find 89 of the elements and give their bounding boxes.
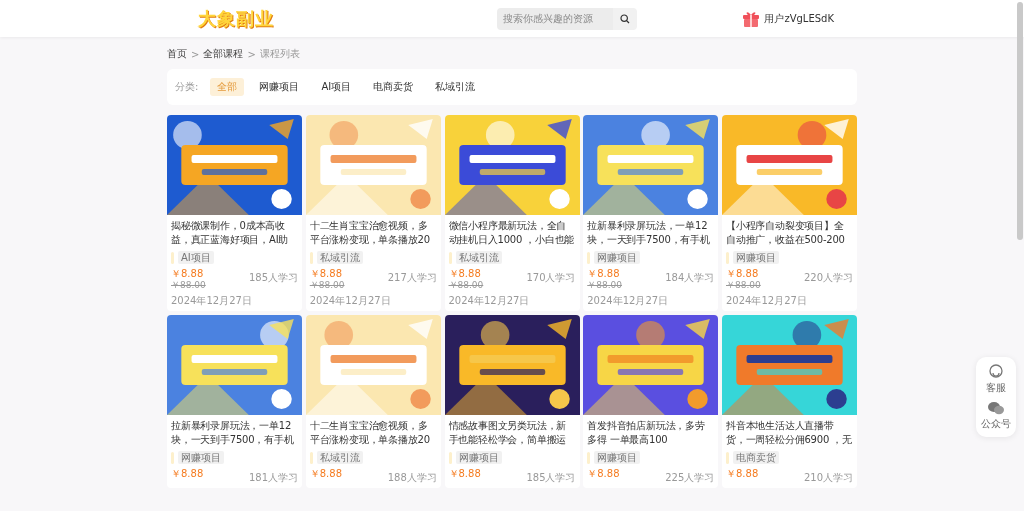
original-price: ￥88.00: [587, 280, 622, 291]
course-title: 十二生肖宝宝治愈视频，多: [309, 219, 429, 233]
search-button[interactable]: [613, 7, 638, 30]
breadcrumb-link[interactable]: 首页: [167, 47, 187, 61]
course-tag: 私域引流: [316, 251, 363, 264]
original-price: ￥88.00: [309, 280, 345, 291]
course-card[interactable]: 【小程序自动裂变项目】全 自动推广，收益在500-200 网赚项目 ￥8.88 ￥88.00 220人学习 2024年12月27日: [722, 115, 857, 311]
course-title: 手也能轻松学会，简单搬运: [448, 433, 568, 447]
course-date: 2024年12月27日: [171, 294, 253, 307]
course-title: 块，一天到手7500，有手机: [171, 433, 295, 447]
course-date: 2024年12月27日: [726, 294, 808, 307]
course-title: 拉新暴利录屏玩法，一单12: [587, 219, 709, 233]
course-tag: 电商卖货: [733, 451, 779, 464]
breadcrumb-separator: >: [191, 48, 200, 60]
username[interactable]: 用户zVgLESdK: [764, 11, 834, 26]
learner-count: 217人学习: [387, 272, 437, 284]
course-card[interactable]: 十二生肖宝宝治愈视频，多 平台涨粉变现，单条播放20 私域引流 ￥8.88 188人学习: [305, 315, 441, 488]
learner-count: 170人学习: [526, 272, 576, 284]
price: ￥8.88: [726, 468, 759, 480]
price: ￥8.88: [448, 268, 482, 280]
course-tag: 网赚项目: [594, 451, 641, 464]
category-tab[interactable]: AI项目: [314, 78, 359, 96]
headset-icon: [988, 363, 1004, 379]
price: ￥8.88: [726, 268, 760, 280]
course-tag: 私域引流: [316, 451, 363, 464]
course-title: 块，一天到手7500，有手机: [587, 233, 711, 247]
price: ￥8.88: [171, 468, 204, 480]
original-price: ￥88.00: [726, 280, 761, 291]
course-card[interactable]: 拉新暴利录屏玩法，一单12 块，一天到手7500，有手机 网赚项目 ￥8.88 181人学习: [167, 315, 302, 488]
category-tab[interactable]: 电商卖货: [366, 78, 421, 96]
course-date: 2024年12月27日: [448, 294, 531, 307]
course-card[interactable]: 情感故事图文另类玩法，新 手也能轻松学会，简单搬运 网赚项目 ￥8.88 185人学习: [444, 315, 580, 488]
learner-count: 220人学习: [803, 272, 853, 284]
course-title: 益，真正蓝海好项目，AI助: [171, 233, 290, 247]
course-title: 抖音本地生活达人直播带: [726, 419, 835, 433]
course-title: 拉新暴利录屏玩法，一单12: [171, 419, 293, 433]
course-tag: 私域引流: [455, 251, 502, 264]
course-card[interactable]: 抖音本地生活达人直播带 货，一周轻松分佣6900 ，无 电商卖货 ￥8.88 210人学习: [722, 315, 857, 488]
original-price: ￥88.00: [448, 280, 484, 291]
learner-count: 184人学习: [665, 272, 715, 284]
search-icon: [620, 13, 631, 24]
course-title: 自动推广，收益在500-200: [726, 233, 846, 247]
course-title: 首发抖音拍店新玩法，多劳: [587, 419, 706, 433]
course-title: 微信小程序最新玩法，全自: [448, 219, 568, 233]
category-tab[interactable]: 网赚项目: [252, 78, 307, 96]
price: ￥8.88: [587, 468, 620, 480]
course-tag: 网赚项目: [594, 251, 641, 264]
original-price: ￥88.00: [171, 280, 206, 291]
course-tag: AI项目: [178, 251, 214, 264]
course-date: 2024年12月27日: [587, 294, 670, 307]
course-title: 【小程序自动裂变项目】全: [726, 219, 845, 233]
course-card[interactable]: 微信小程序最新玩法，全自 动挂机日入1000 ，小白也能 私域引流 ￥8.88 ￥88.00 170人学习 2024年12月27日: [444, 115, 580, 311]
wechat-icon: [988, 401, 1004, 415]
price: ￥8.88: [309, 468, 342, 480]
course-title: 动挂机日入1000 ，小白也能: [448, 233, 576, 247]
learner-count: 188人学习: [387, 472, 437, 484]
course-title: 平台涨粉变现，单条播放20: [309, 433, 431, 447]
search-field[interactable]: 搜索你感兴趣的资源: [497, 7, 614, 30]
category-tab[interactable]: 私域引流: [428, 78, 483, 96]
learner-count: 210人学习: [803, 472, 853, 484]
course-title: 平台涨粉变现，单条播放20: [309, 233, 431, 247]
learner-count: 185人学习: [248, 272, 298, 284]
course-title: 十二生肖宝宝治愈视频，多: [309, 419, 429, 433]
course-title: 货，一周轻松分佣6900 ，无: [726, 433, 853, 447]
course-tag: 网赚项目: [733, 251, 779, 264]
learner-count: 181人学习: [248, 472, 298, 484]
course-tag: 网赚项目: [178, 451, 224, 464]
course-card[interactable]: 揭秘微课制作，0成本高收 益，真正蓝海好项目，AI助 AI项目 ￥8.88 ￥88.00 185人学习 2024年12月27日: [167, 115, 302, 311]
course-date: 2024年12月27日: [309, 294, 392, 307]
course-title: 多得 一单最高100: [587, 433, 669, 447]
price: ￥8.88: [587, 268, 621, 280]
course-card[interactable]: 拉新暴利录屏玩法，一单12 块，一天到手7500，有手机 网赚项目 ￥8.88 ￥88.00 184人学习 2024年12月27日: [583, 115, 719, 311]
breadcrumb-link[interactable]: 全部课程: [203, 47, 244, 61]
learner-count: 185人学习: [526, 472, 576, 484]
price: ￥8.88: [448, 468, 481, 480]
learner-count: 225人学习: [665, 472, 715, 484]
course-title: 揭秘微课制作，0成本高收: [171, 219, 286, 233]
float-button[interactable]: 公众号: [981, 401, 1011, 431]
float-button[interactable]: 客服: [986, 363, 1006, 395]
course-card[interactable]: 首发抖音拍店新玩法，多劳 多得 一单最高100 网赚项目 ￥8.88 225人学习: [583, 315, 719, 488]
filter-label: 分类:: [175, 80, 199, 94]
course-card[interactable]: 十二生肖宝宝治愈视频，多 平台涨粉变现，单条播放20 私域引流 ￥8.88 ￥88.00 217人学习 2024年12月27日: [305, 115, 441, 311]
course-title: 情感故事图文另类玩法，新: [448, 419, 568, 433]
price: ￥8.88: [309, 268, 343, 280]
gift-icon[interactable]: [742, 9, 761, 28]
price: ￥8.88: [171, 268, 205, 280]
scrollbar[interactable]: [1017, 2, 1023, 240]
breadcrumb-separator: >: [247, 48, 256, 60]
course-tag: 网赚项目: [455, 451, 502, 464]
